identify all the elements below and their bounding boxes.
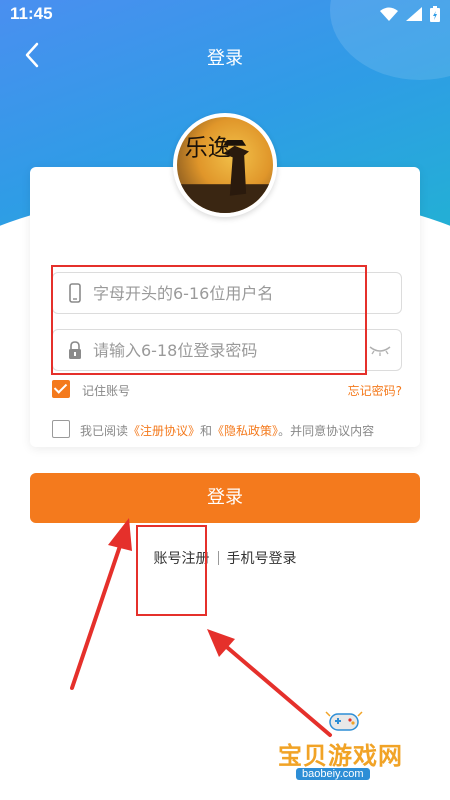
terms-link[interactable]: 《注册协议》: [128, 424, 200, 438]
annotation-box-register: [136, 525, 207, 616]
battery-icon: [430, 6, 440, 22]
gamepad-icon: [325, 711, 363, 731]
annotation-arrow-left: [70, 518, 132, 690]
status-bar: 11:45: [0, 0, 450, 30]
watermark: 宝贝游戏网 baobeiy.com: [274, 706, 424, 796]
login-button[interactable]: 登录: [30, 473, 420, 523]
phone-login-link[interactable]: 手机号登录: [227, 551, 297, 567]
page-title: 登录: [207, 48, 243, 69]
divider: [217, 551, 219, 565]
annotation-box-fields: [51, 265, 367, 375]
nav-bar: 登录: [0, 32, 450, 80]
eye-closed-icon[interactable]: [369, 343, 391, 357]
alt-login-row: 账号注册 手机号登录: [0, 548, 450, 568]
agreement-prefix: 我已阅读: [80, 424, 129, 438]
watermark-text: 宝贝游戏网: [278, 742, 403, 770]
agreement-text: 我已阅读《注册协议》和《隐私政策》。并同意协议内容: [80, 422, 374, 439]
avatar-art-text: 乐逸: [185, 135, 231, 161]
remember-label: 记住账号: [82, 384, 131, 398]
status-time: 11:45: [10, 4, 53, 23]
wifi-icon: [380, 7, 398, 21]
agreement-row: 我已阅读《注册协议》和《隐私政策》。并同意协议内容: [52, 420, 402, 442]
signal-icon: [406, 7, 422, 21]
watermark-url: baobeiy.com: [296, 768, 370, 780]
agreement-checkbox[interactable]: [52, 420, 70, 438]
forgot-password-link[interactable]: 忘记密码?: [348, 382, 402, 399]
avatar-art: 乐逸: [177, 135, 273, 213]
status-icons: [380, 6, 440, 22]
privacy-link[interactable]: 《隐私政策》: [212, 424, 278, 438]
agreement-and: 和: [200, 424, 213, 438]
agreement-suffix: 。并同意协议内容: [278, 424, 375, 438]
avatar: 乐逸: [173, 113, 277, 217]
remember-row: 记住账号 忘记密码?: [52, 380, 402, 402]
remember-checkbox[interactable]: [52, 380, 70, 398]
